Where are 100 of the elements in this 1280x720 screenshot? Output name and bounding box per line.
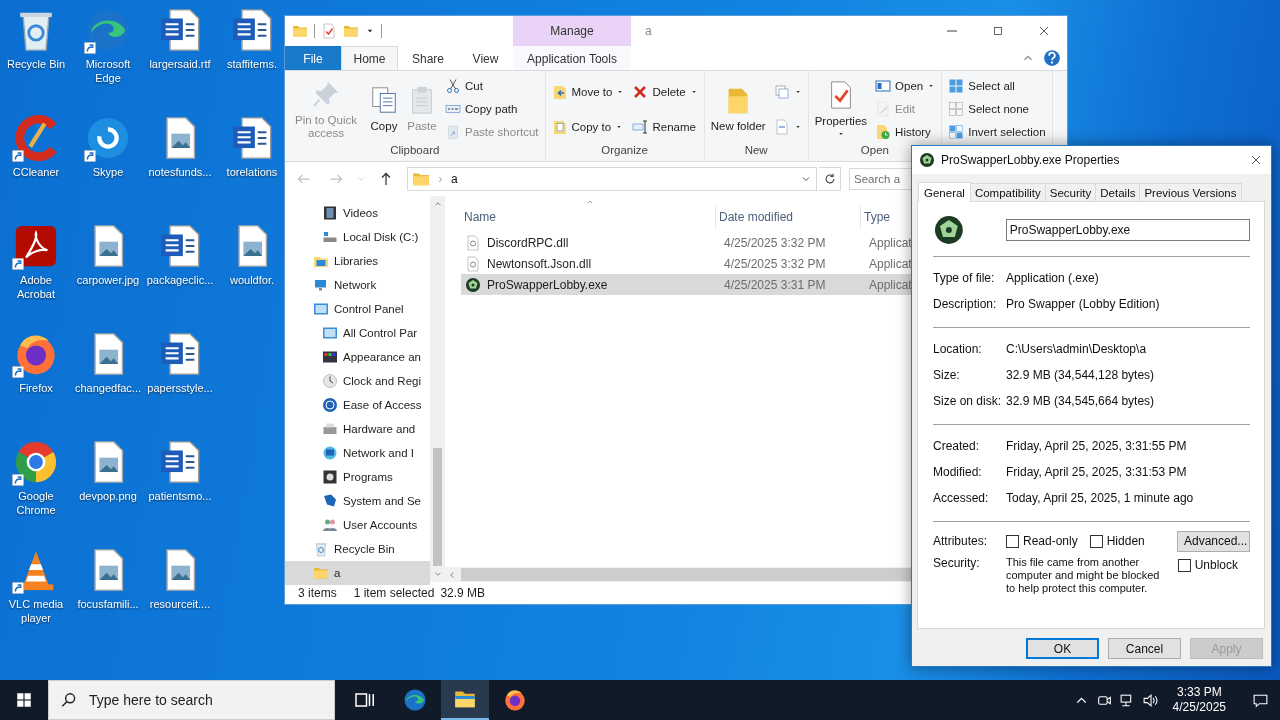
- desktop-item[interactable]: Skype: [84, 114, 132, 179]
- ribbon-button[interactable]: Delete: [629, 82, 701, 101]
- ribbon-button[interactable]: Copy: [366, 83, 402, 135]
- date-cell-text: 4/25/2025 3:31 PM: [723, 277, 827, 292]
- ribbon-button[interactable]: Properties: [811, 78, 871, 140]
- ribbon-button[interactable]: Select none: [945, 100, 1049, 118]
- ribbon-button[interactable]: History: [872, 123, 939, 142]
- filename-field[interactable]: ProSwapperLobby.exe: [1005, 219, 1250, 241]
- dialog-tab[interactable]: Previous Versions: [1139, 183, 1242, 201]
- desktop-item[interactable]: devpop.png: [79, 438, 137, 503]
- ribbon-button[interactable]: Copy to: [548, 117, 628, 136]
- nav-item[interactable]: Network: [285, 273, 430, 297]
- dialog-tab[interactable]: Compatibility: [969, 183, 1046, 201]
- checkbox-label: Hidden: [1106, 534, 1145, 548]
- desktop-item[interactable]: notesfunds...: [148, 114, 212, 179]
- ribbon-button[interactable]: New folder: [707, 83, 769, 135]
- grid-icon: [948, 101, 965, 117]
- property-label: Security:: [933, 556, 981, 570]
- desktop-item[interactable]: Firefox: [12, 330, 60, 395]
- settings-file-icon: [465, 234, 481, 251]
- address-bar[interactable]: a: [407, 167, 817, 191]
- volume-icon: [1141, 691, 1159, 709]
- folder-copy-icon: [551, 118, 568, 135]
- nav-item[interactable]: Programs: [285, 465, 430, 489]
- scissors-icon: [445, 77, 461, 94]
- nav-item[interactable]: Network and I: [285, 441, 430, 465]
- desktop-item[interactable]: CCleaner: [12, 114, 60, 179]
- group-label: Open: [860, 144, 889, 158]
- app-icon: [919, 152, 935, 168]
- desktop-item[interactable]: patientsmo...: [148, 438, 212, 503]
- desktop-item[interactable]: Recycle Bin: [6, 6, 66, 71]
- desktop-item[interactable]: wouldfor.: [228, 222, 276, 287]
- desktop-item[interactable]: Microsoft Edge: [72, 6, 144, 85]
- desktop-item[interactable]: Adobe Acrobat: [0, 222, 72, 301]
- nav-item[interactable]: Hardware and: [285, 417, 430, 441]
- nav-item[interactable]: System and Se: [285, 489, 430, 513]
- desktop-item[interactable]: papersstyle...: [147, 330, 213, 395]
- dialog-button[interactable]: OK: [1026, 638, 1099, 659]
- search-field[interactable]: Type here to search: [48, 680, 335, 720]
- desktop-item[interactable]: focusfamili...: [77, 546, 139, 611]
- nav-item[interactable]: a: [285, 561, 430, 585]
- address-segment[interactable]: a: [451, 172, 458, 186]
- ribbon-tab[interactable]: Share: [398, 46, 458, 70]
- ribbon-tab[interactable]: View: [458, 46, 513, 70]
- property-label: Accessed:: [933, 491, 990, 505]
- file-row[interactable]: Newtonsoft.Json.dll 4/25/2025 3:32 PM Applicat: [461, 253, 1067, 274]
- nav-item[interactable]: User Accounts: [285, 513, 430, 537]
- property-value: C:\Users\admin\Desktop\a: [1006, 342, 1147, 356]
- new-item-icon: [773, 83, 790, 100]
- desktop-item[interactable]: VLC media player: [0, 546, 72, 625]
- nav-item[interactable]: Appearance an: [285, 345, 430, 369]
- desktop-item[interactable]: largersaid.rtf: [149, 6, 211, 71]
- status-text: 1 item selected: [353, 586, 435, 600]
- ribbon-button[interactable]: Invert selection: [945, 123, 1049, 142]
- ribbon-button[interactable]: Copy path: [442, 100, 542, 118]
- nav-item[interactable]: Recycle Bin: [285, 537, 430, 561]
- nav-item[interactable]: Videos: [285, 201, 430, 225]
- ribbon-button[interactable]: Move to: [548, 82, 628, 101]
- printer-icon: [322, 421, 338, 437]
- scrollbar-thumb[interactable]: [433, 448, 442, 566]
- desktop-item[interactable]: resourceit....: [149, 546, 211, 611]
- desktop-item[interactable]: packageclic...: [146, 222, 214, 287]
- property-value: Pro Swapper (Lobby Edition): [1006, 297, 1160, 311]
- desktop-item[interactable]: torelations: [226, 114, 278, 179]
- column-header[interactable]: Name: [461, 206, 716, 228]
- nav-item[interactable]: Clock and Regi: [285, 369, 430, 393]
- desktop-item[interactable]: Google Chrome: [0, 438, 72, 517]
- browser-icon: [403, 688, 427, 712]
- checkbox[interactable]: [1006, 534, 1019, 548]
- column-header[interactable]: Date modified: [716, 206, 861, 228]
- desktop-item[interactable]: changedfac...: [74, 330, 142, 395]
- nav-item[interactable]: Libraries: [285, 249, 430, 273]
- dialog-tab[interactable]: Security: [1044, 183, 1097, 201]
- ribbon-tab[interactable]: File: [285, 46, 341, 70]
- vertical-scrollbar[interactable]: [430, 196, 445, 582]
- dialog-tab[interactable]: General: [918, 182, 971, 202]
- ribbon-tab[interactable]: Home: [341, 46, 398, 70]
- advanced-button[interactable]: Advanced...: [1177, 530, 1250, 552]
- control-panel-icon: [313, 301, 329, 317]
- desktop-item[interactable]: staffitems.: [227, 6, 277, 71]
- ribbon-button[interactable]: Rename: [629, 117, 701, 136]
- taskbar-app[interactable]: [441, 680, 489, 720]
- refresh-button[interactable]: [819, 167, 841, 191]
- desktop-item[interactable]: carpower.jpg: [76, 222, 140, 287]
- checkbox[interactable]: [1089, 534, 1103, 548]
- nav-item[interactable]: All Control Par: [285, 321, 430, 345]
- nav-item[interactable]: Ease of Access: [285, 393, 430, 417]
- ribbon-button[interactable]: Open: [872, 76, 939, 95]
- checkbox[interactable]: [1177, 558, 1191, 572]
- network-icon: [313, 277, 329, 293]
- folder-icon: [313, 565, 329, 581]
- ribbon-button[interactable]: Select all: [945, 76, 1049, 95]
- nav-item[interactable]: Control Panel: [285, 297, 430, 321]
- app-icon: [465, 276, 481, 293]
- browser-icon: [85, 7, 131, 53]
- property-label: Modified:: [933, 465, 983, 479]
- nav-item[interactable]: Local Disk (C:): [285, 225, 430, 249]
- ribbon-tab[interactable]: Application Tools: [513, 46, 631, 70]
- dialog-button[interactable]: Cancel: [1108, 638, 1181, 659]
- ribbon-button[interactable]: Cut: [442, 76, 542, 95]
